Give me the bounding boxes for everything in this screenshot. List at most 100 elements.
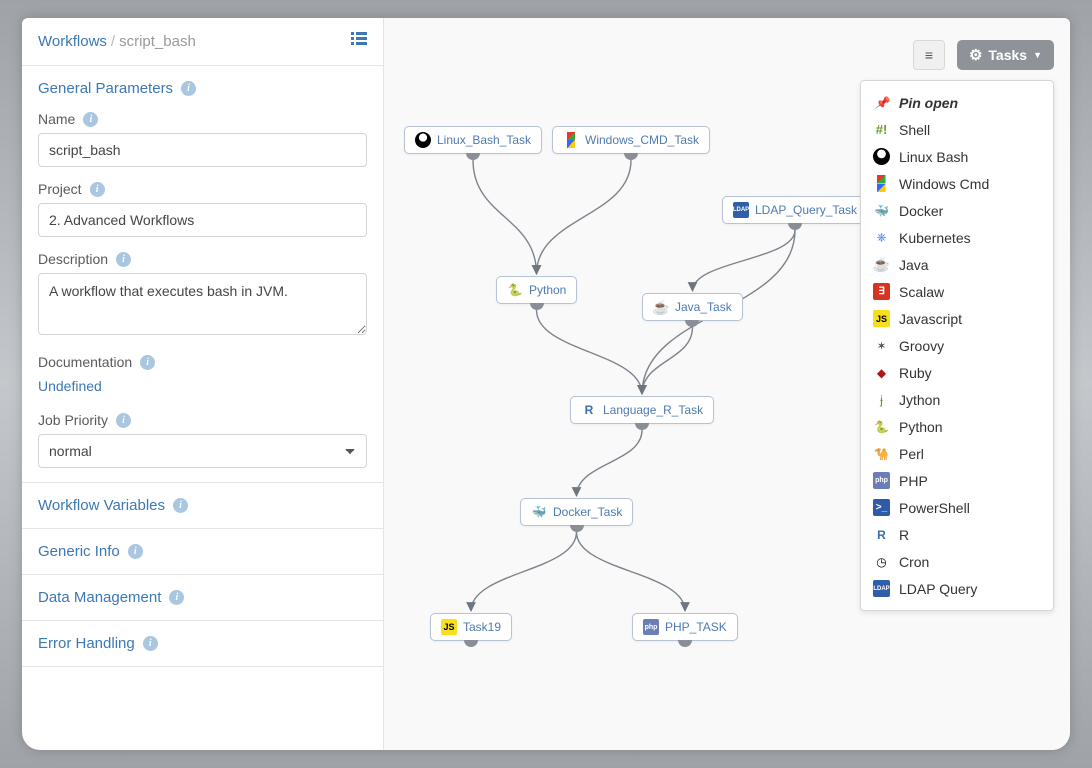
palette-item[interactable]: RR	[861, 521, 1053, 548]
label-name: Name i	[38, 111, 367, 127]
palette-item[interactable]: ☕ Java	[861, 251, 1053, 278]
palette-item-label: Windows Cmd	[899, 176, 989, 192]
info-icon[interactable]: i	[116, 413, 131, 428]
palette-item-label: Perl	[899, 446, 924, 462]
palette-item[interactable]: >_ PowerShell	[861, 494, 1053, 521]
ruby-icon: ◆	[873, 364, 890, 381]
workflow-node-docker[interactable]: 🐳 Docker_Task	[520, 498, 633, 526]
palette-item[interactable]: LDAP LDAP Query	[861, 575, 1053, 602]
workflow-edge	[537, 160, 632, 274]
section-header[interactable]: Workflow Variables i	[38, 497, 367, 514]
info-icon[interactable]: i	[90, 182, 105, 197]
section-title: Error Handling	[38, 635, 135, 652]
section-collapsed: Generic Infoi	[22, 529, 383, 575]
palette-item[interactable]: 🐪Perl	[861, 440, 1053, 467]
linux bash-icon	[873, 148, 890, 165]
palette-item[interactable]: 🐳Docker	[861, 197, 1053, 224]
section-title: Workflow Variables	[38, 497, 165, 514]
palette-item-label: Java	[899, 257, 929, 273]
info-icon[interactable]: i	[116, 252, 131, 267]
info-icon[interactable]: i	[143, 636, 158, 651]
cron-icon: ◷	[873, 553, 890, 570]
documentation-link[interactable]: Undefined	[38, 376, 367, 398]
left-panel: Workflows / script_bash General Paramete…	[22, 18, 384, 750]
palette-item[interactable]: Windows Cmd	[861, 170, 1053, 197]
canvas-toolbar: ≡ ⚙ Tasks ▼	[913, 40, 1054, 70]
task-palette: 📌Pin open#!Shell Linux Bash Windows Cmd 🐳Do…	[860, 80, 1054, 611]
groovy-icon: ✶	[873, 337, 890, 354]
job-priority-select[interactable]: normal	[38, 434, 367, 468]
palette-item[interactable]: ◆Ruby	[861, 359, 1053, 386]
palette-item[interactable]: ∃Scalaw	[861, 278, 1053, 305]
node-label: Docker_Task	[553, 505, 622, 519]
palette-item[interactable]: ɉJython	[861, 386, 1053, 413]
workflow-node-linux[interactable]: Linux_Bash_Task	[404, 126, 542, 154]
palette-pin-open[interactable]: 📌Pin open	[861, 89, 1053, 116]
palette-item-label: LDAP Query	[899, 581, 977, 597]
workflow-node-java[interactable]: ☕Java_Task	[642, 293, 743, 321]
python-icon: 🐍	[873, 418, 890, 435]
description-field[interactable]: A workflow that executes bash in JVM.	[38, 273, 367, 335]
palette-item-label: PowerShell	[899, 500, 970, 516]
node-icon: 🐳	[531, 504, 547, 520]
tasks-dropdown-button[interactable]: ⚙ Tasks ▼	[957, 40, 1054, 70]
section-header[interactable]: Error Handling i	[38, 635, 367, 652]
palette-item[interactable]: phpPHP	[861, 467, 1053, 494]
section-header-general[interactable]: General Parameters i	[38, 80, 367, 97]
workflow-node-php[interactable]: phpPHP_TASK	[632, 613, 738, 641]
node-icon: 🐍	[507, 282, 523, 298]
breadcrumb-current: script_bash	[119, 33, 196, 50]
workflow-node-python[interactable]: 🐍Python	[496, 276, 577, 304]
breadcrumb-root[interactable]: Workflows	[38, 33, 107, 50]
info-icon[interactable]: i	[83, 112, 98, 127]
section-header[interactable]: Generic Infoi	[38, 543, 367, 560]
javascript-icon: JS	[873, 310, 890, 327]
label-job-priority: Job Priority i	[38, 412, 367, 428]
info-icon[interactable]: i	[128, 544, 143, 559]
workflow-edge	[537, 310, 643, 394]
java-icon: ☕	[873, 256, 890, 273]
windows cmd-icon	[873, 175, 890, 192]
project-field[interactable]	[38, 203, 367, 237]
breadcrumb-sep: /	[111, 33, 115, 50]
info-icon[interactable]: i	[181, 81, 196, 96]
name-field[interactable]	[38, 133, 367, 167]
palette-item[interactable]: JSJavascript	[861, 305, 1053, 332]
palette-item[interactable]: #!Shell	[861, 116, 1053, 143]
palette-item-label: Jython	[899, 392, 940, 408]
workflow-node-js[interactable]: JSTask19	[430, 613, 512, 641]
workflow-node-ldap[interactable]: LDAPLDAP_Query_Task	[722, 196, 868, 224]
palette-item[interactable]: Linux Bash	[861, 143, 1053, 170]
gear-icon: ⚙	[969, 46, 982, 64]
node-label: PHP_TASK	[665, 620, 727, 634]
pin-icon: 📌	[873, 94, 890, 111]
docker-icon: 🐳	[873, 202, 890, 219]
shell-icon: #!	[873, 121, 890, 138]
palette-item[interactable]: ✶Groovy	[861, 332, 1053, 359]
info-icon[interactable]: i	[140, 355, 155, 370]
info-icon[interactable]: i	[173, 498, 188, 513]
workflow-node-win[interactable]: Windows_CMD_Task	[552, 126, 710, 154]
ldap query-icon: LDAP	[873, 580, 890, 597]
workflow-edge	[473, 160, 537, 274]
palette-item-label: Kubernetes	[899, 230, 971, 246]
palette-item[interactable]: 🐍Python	[861, 413, 1053, 440]
section-collapsed: Error Handling i	[22, 621, 383, 667]
workflow-edge	[642, 327, 693, 394]
palette-item[interactable]: ◷Cron	[861, 548, 1053, 575]
r-icon: R	[873, 526, 890, 543]
section-title: General Parameters	[38, 80, 173, 97]
palette-item-label: R	[899, 527, 909, 543]
info-icon[interactable]: i	[169, 590, 184, 605]
list-view-icon[interactable]	[351, 32, 367, 51]
section-header[interactable]: Data Managementi	[38, 589, 367, 606]
palette-item[interactable]: ⎈ Kubernetes	[861, 224, 1053, 251]
palette-item-label: Linux Bash	[899, 149, 968, 165]
tasks-label: Tasks	[988, 47, 1027, 63]
node-label: Language_R_Task	[603, 403, 703, 417]
workflow-node-r[interactable]: RLanguage_R_Task	[570, 396, 714, 424]
kubernetes-icon: ⎈	[873, 229, 890, 246]
powershell-icon: >_	[873, 499, 890, 516]
caret-down-icon: ▼	[1033, 50, 1042, 60]
align-button[interactable]: ≡	[913, 40, 945, 70]
